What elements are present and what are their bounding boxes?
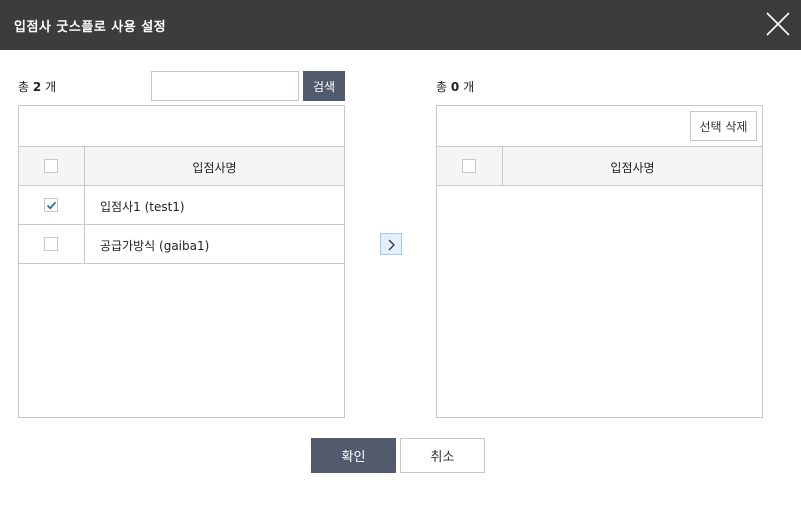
right-panel-toolbar: 선택 삭제 <box>437 106 762 147</box>
row-seller-name: 공급가방식 (gaiba1) <box>100 239 210 253</box>
right-count-suffix: 개 <box>463 80 475 94</box>
right-total-count: 총 0 개 <box>436 78 474 95</box>
right-select-all-checkbox[interactable] <box>462 159 476 173</box>
left-column-header: 입점사명 <box>192 161 237 175</box>
dialog-title: 입점사 굿스플로 사용 설정 <box>14 20 167 35</box>
search-button[interactable]: 검색 <box>303 71 345 101</box>
available-seller-list: 입점사명 입점사1 (test1) 공급가방식 (gaiba1) <box>18 105 345 418</box>
table-row[interactable]: 공급가방식 (gaiba1) <box>19 225 344 264</box>
close-icon[interactable] <box>764 10 792 38</box>
chevron-right-icon <box>388 239 395 251</box>
right-count-value: 0 <box>450 80 460 94</box>
move-right-button[interactable] <box>380 233 402 255</box>
left-select-all-checkbox[interactable] <box>44 159 58 173</box>
check-icon <box>46 201 57 210</box>
left-panel-toolbar <box>19 106 344 147</box>
left-count-value: 2 <box>32 80 42 94</box>
left-total-count: 총 2 개 <box>18 78 56 95</box>
right-column-header: 입점사명 <box>610 161 655 175</box>
row-seller-name: 입점사1 (test1) <box>100 200 185 214</box>
table-row[interactable]: 입점사1 (test1) <box>19 186 344 225</box>
dialog-header: 입점사 굿스플로 사용 설정 <box>0 0 801 50</box>
left-table-header: 입점사명 <box>19 147 344 186</box>
confirm-button[interactable]: 확인 <box>311 438 396 473</box>
search-input[interactable] <box>151 71 299 101</box>
row-checkbox-checked[interactable] <box>44 198 58 212</box>
selected-seller-list: 선택 삭제 입점사명 <box>436 105 763 418</box>
left-count-suffix: 개 <box>45 80 57 94</box>
cancel-button[interactable]: 취소 <box>400 438 485 473</box>
right-table-header: 입점사명 <box>437 147 762 186</box>
row-checkbox[interactable] <box>44 237 58 251</box>
right-count-prefix: 총 <box>436 80 448 94</box>
delete-selected-button[interactable]: 선택 삭제 <box>690 111 757 141</box>
left-count-prefix: 총 <box>18 80 30 94</box>
